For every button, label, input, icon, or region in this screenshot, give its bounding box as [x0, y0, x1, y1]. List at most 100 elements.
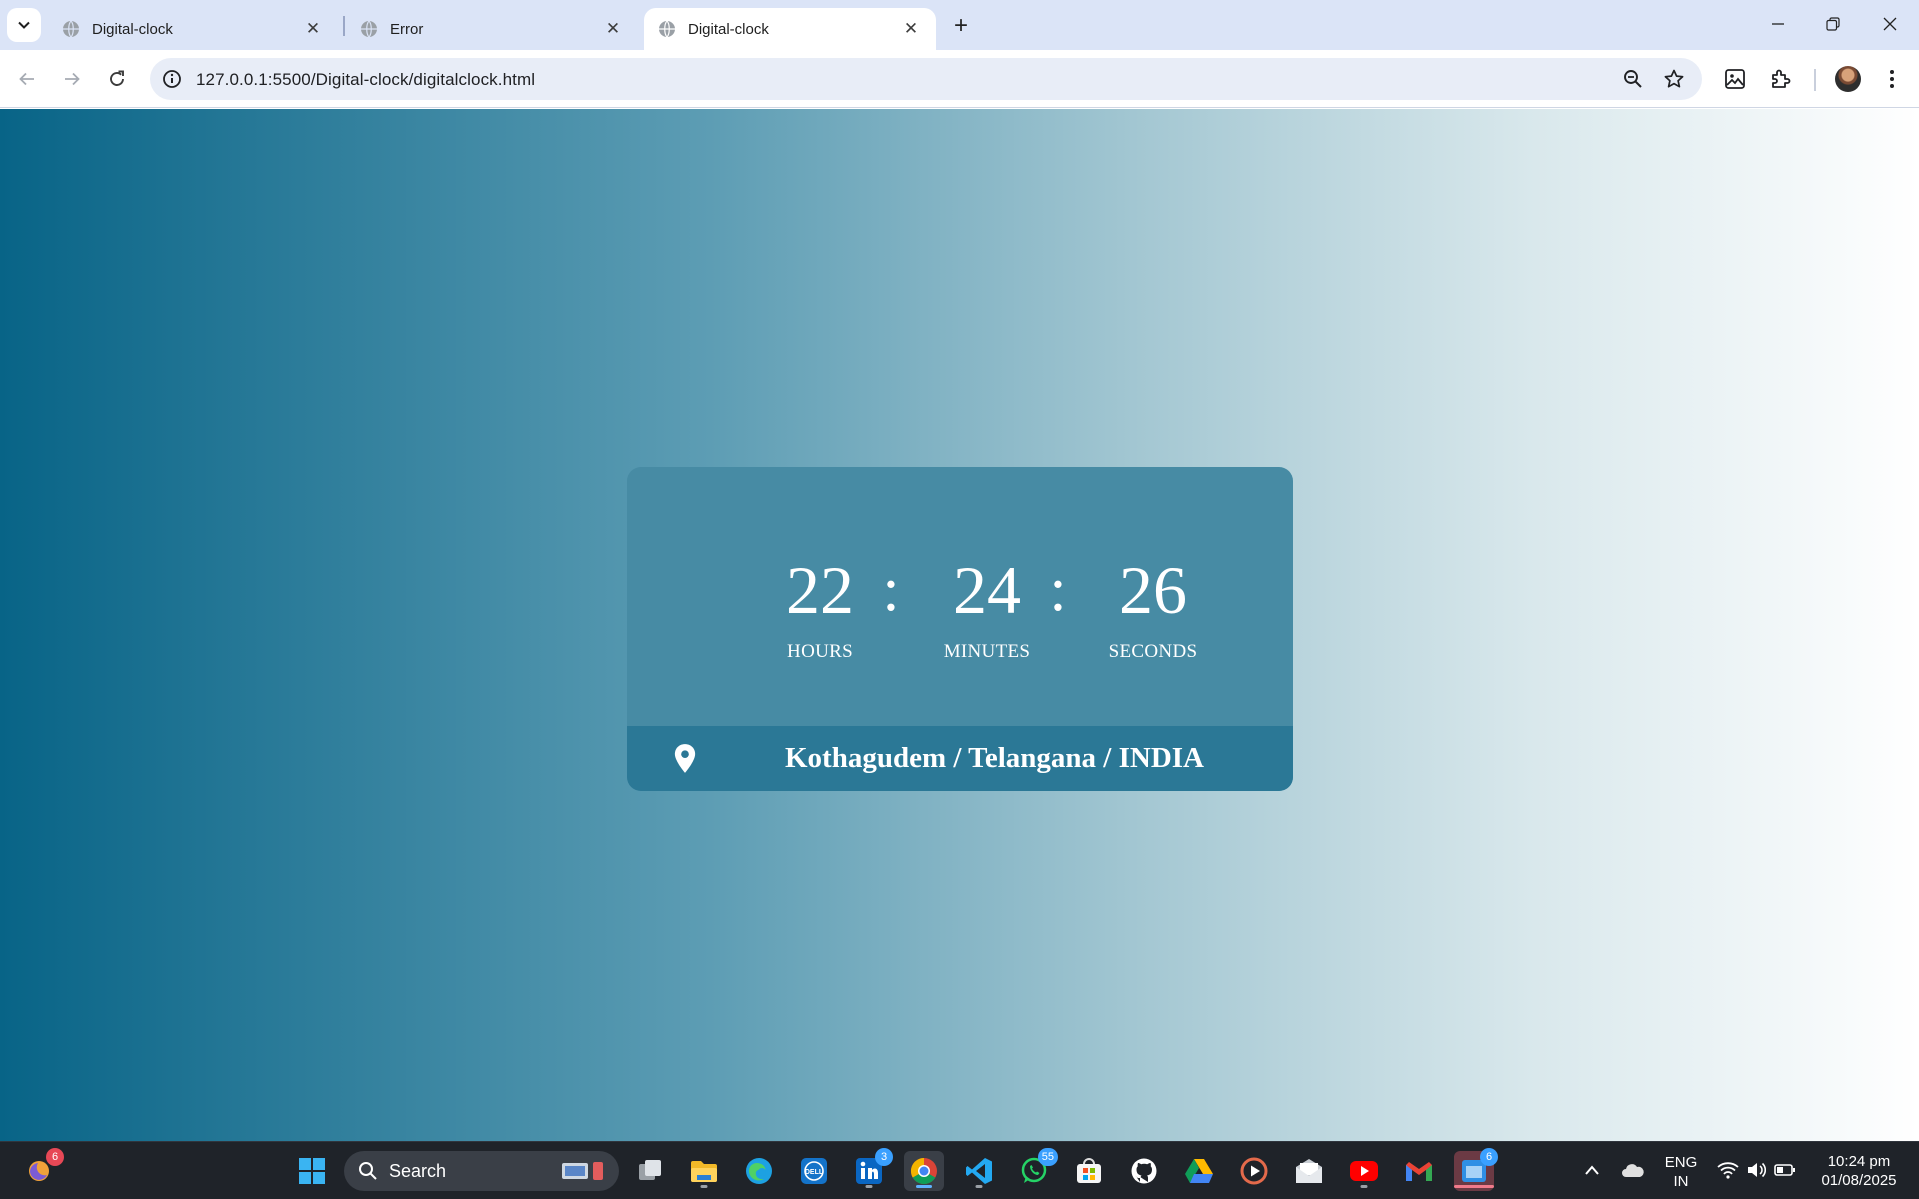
- close-icon: [1883, 17, 1897, 31]
- app-badge: 6: [1480, 1148, 1498, 1166]
- whatsapp-app[interactable]: 55: [1014, 1148, 1058, 1191]
- image-search-icon[interactable]: [1723, 67, 1747, 91]
- chrome-app[interactable]: [904, 1151, 944, 1191]
- github-app[interactable]: [1124, 1151, 1164, 1191]
- location-pin-icon: [674, 744, 696, 773]
- hours-label: HOURS: [787, 641, 853, 662]
- tab-digital-clock-1[interactable]: Digital-clock ✕: [48, 8, 338, 50]
- whatsapp-badge: 55: [1037, 1148, 1058, 1166]
- system-date: 01/08/2025: [1821, 1172, 1897, 1189]
- more-menu-icon[interactable]: [1880, 67, 1904, 91]
- battery-icon[interactable]: [1774, 1162, 1796, 1178]
- reload-icon: [110, 70, 124, 86]
- dell-app[interactable]: DELL: [794, 1151, 834, 1191]
- clock-date-area[interactable]: 10:24 pm 01/08/2025: [1808, 1152, 1910, 1190]
- edge-browser-icon: [746, 1158, 772, 1184]
- close-window-button[interactable]: [1867, 6, 1913, 42]
- language-indicator[interactable]: ENG IN: [1660, 1153, 1702, 1191]
- running-indicator: [916, 1185, 932, 1188]
- file-explorer-app[interactable]: [684, 1151, 724, 1191]
- arrow-left-icon: [19, 72, 34, 86]
- play-icon: [1240, 1157, 1268, 1185]
- tab-title: Digital-clock: [92, 20, 173, 38]
- zoom-icon[interactable]: [1622, 68, 1644, 90]
- tab-divider: [343, 16, 345, 36]
- windows-taskbar: 6 Search DELL 3 55 6 ENG IN 10:24 pm 01/…: [0, 1141, 1919, 1199]
- extensions-icon[interactable]: [1769, 67, 1793, 91]
- store-bag-icon: [1077, 1158, 1101, 1183]
- restore-button[interactable]: [1810, 6, 1856, 42]
- gmail-app[interactable]: [1399, 1151, 1439, 1191]
- forward-button[interactable]: [55, 62, 89, 96]
- new-tab-button[interactable]: +: [946, 12, 976, 40]
- store-app[interactable]: [1069, 1151, 1109, 1191]
- minimize-icon: [1772, 23, 1784, 25]
- widgets-button[interactable]: 6: [20, 1148, 64, 1191]
- seconds-value: 26: [1119, 552, 1187, 628]
- start-button[interactable]: [292, 1151, 332, 1191]
- seconds-block: 26 SECONDS: [1073, 547, 1233, 663]
- profile-avatar[interactable]: [1835, 66, 1861, 92]
- running-indicator: [975, 1185, 983, 1188]
- chevron-up-icon[interactable]: [1584, 1164, 1600, 1176]
- address-bar[interactable]: 127.0.0.1:5500/Digital-clock/digitalcloc…: [150, 58, 1702, 100]
- location-bar: Kothagudem / Telangana / INDIA: [627, 726, 1293, 791]
- globe-icon: [63, 20, 79, 38]
- tab-title: Digital-clock: [688, 20, 769, 38]
- close-tab-icon[interactable]: ✕: [602, 18, 624, 40]
- media-player-app[interactable]: [1234, 1151, 1274, 1191]
- mail-envelope-icon: [1296, 1159, 1322, 1183]
- minimize-button[interactable]: [1755, 6, 1801, 42]
- wifi-icon[interactable]: [1717, 1161, 1739, 1179]
- google-drive-app[interactable]: [1179, 1151, 1219, 1191]
- windows-logo-icon: [299, 1158, 325, 1184]
- chevron-down-icon: [18, 21, 30, 29]
- linkedin-app[interactable]: 3: [849, 1148, 893, 1191]
- url-text[interactable]: 127.0.0.1:5500/Digital-clock/digitalcloc…: [196, 70, 535, 90]
- taskbar-search[interactable]: Search: [344, 1151, 619, 1191]
- digital-clock-card: 22 HOURS : 24 MINUTES : 26 SECONDS Kotha…: [627, 467, 1293, 791]
- browser-toolbar: 127.0.0.1:5500/Digital-clock/digitalcloc…: [0, 50, 1919, 108]
- browser-tab-strip: Digital-clock ✕ Error ✕ Digital-clock ✕ …: [0, 0, 1919, 50]
- arrow-right-icon: [65, 72, 80, 86]
- reload-button[interactable]: [100, 62, 134, 96]
- globe-icon: [659, 20, 675, 38]
- running-indicator: [1454, 1185, 1494, 1188]
- language-code: ENG: [1664, 1154, 1698, 1171]
- running-indicator: [865, 1185, 873, 1188]
- seconds-label: SECONDS: [1108, 641, 1198, 662]
- volume-icon[interactable]: [1746, 1161, 1766, 1179]
- google-drive-icon: [1185, 1159, 1213, 1183]
- active-window-app[interactable]: 6: [1454, 1148, 1498, 1191]
- vscode-app[interactable]: [959, 1151, 999, 1191]
- onedrive-cloud-icon[interactable]: [1621, 1161, 1645, 1179]
- edge-app[interactable]: [739, 1151, 779, 1191]
- task-view-button[interactable]: [630, 1151, 670, 1191]
- toolbar-divider: [1814, 69, 1816, 91]
- youtube-app[interactable]: [1344, 1151, 1384, 1191]
- linkedin-badge: 3: [875, 1148, 893, 1166]
- svg-text:DELL: DELL: [805, 1169, 824, 1176]
- location-text: Kothagudem / Telangana / INDIA: [785, 742, 1204, 774]
- tab-search-button[interactable]: [7, 8, 41, 42]
- mail-app[interactable]: [1289, 1151, 1329, 1191]
- vscode-icon: [966, 1158, 992, 1184]
- dell-logo-icon: DELL: [801, 1158, 827, 1184]
- time-separator: :: [882, 556, 900, 624]
- region-code: IN: [1673, 1173, 1689, 1190]
- back-button[interactable]: [10, 62, 44, 96]
- page-background: 22 HOURS : 24 MINUTES : 26 SECONDS Kotha…: [0, 109, 1919, 1141]
- close-tab-icon[interactable]: ✕: [900, 18, 922, 40]
- widgets-badge: 6: [46, 1148, 64, 1166]
- system-time: 10:24 pm: [1827, 1153, 1891, 1170]
- github-icon: [1131, 1158, 1157, 1184]
- tab-error[interactable]: Error ✕: [346, 8, 638, 50]
- close-tab-icon[interactable]: ✕: [302, 18, 324, 40]
- bookmark-star-icon[interactable]: [1663, 68, 1685, 90]
- folder-icon: [691, 1161, 717, 1182]
- youtube-icon: [1350, 1161, 1378, 1181]
- site-info-icon[interactable]: [162, 69, 182, 89]
- running-indicator: [1360, 1185, 1368, 1188]
- tab-digital-clock-active[interactable]: Digital-clock ✕: [644, 8, 936, 50]
- time-separator: :: [1049, 556, 1067, 624]
